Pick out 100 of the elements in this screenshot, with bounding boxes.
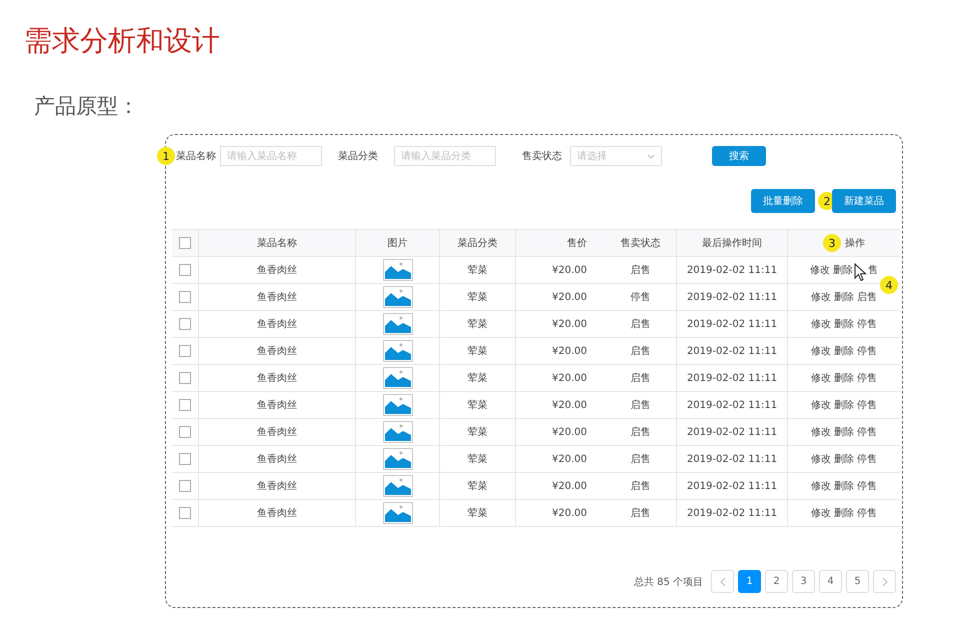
table-cell: ¥20.00 — [552, 480, 587, 492]
action-link[interactable]: 删除 — [834, 344, 854, 358]
action-link[interactable]: 停售 — [857, 371, 877, 385]
image-placeholder-icon — [382, 421, 412, 443]
action-link[interactable]: 停售 — [857, 452, 877, 466]
table-cell-text: 鱼香肉丝 — [257, 398, 297, 412]
action-link[interactable]: 停售 — [857, 506, 877, 520]
table-cell-text: 启售 — [630, 398, 650, 412]
action-link[interactable]: 启售 — [857, 290, 877, 304]
action-link[interactable]: 停售 — [857, 317, 877, 331]
table-cell-text: 启售 — [630, 318, 650, 331]
table-cell: ¥20.00 — [552, 346, 587, 356]
action-link[interactable]: 停售 — [857, 425, 877, 439]
previous-page-button[interactable] — [711, 570, 734, 593]
checkbox[interactable] — [179, 372, 191, 384]
table-cell-text: 荤菜 — [468, 318, 488, 331]
action-link[interactable]: 删除 — [834, 398, 854, 412]
column-header: 菜品名称 — [257, 236, 297, 250]
image-placeholder-icon — [382, 475, 412, 497]
table-cell-text: 鱼香肉丝 — [257, 426, 297, 439]
table-cell: 2019-02-02 11:11 — [686, 318, 778, 330]
toolbar-button[interactable]: 新建菜品 — [832, 189, 896, 213]
input-field[interactable]: 请输入菜品名称 — [220, 146, 322, 166]
table-cell: ¥20.00 — [552, 454, 587, 464]
table-cell-text: 荤菜 — [468, 290, 488, 304]
table-cell-text: 停售 — [630, 291, 650, 304]
column-header: 菜品分类 — [458, 236, 498, 250]
action-link[interactable]: 修改 — [811, 317, 831, 331]
table-cell-text: 荤菜 — [468, 480, 488, 493]
column-header: 售卖状态 — [620, 236, 660, 250]
total-count: 总共 85 个项目 — [634, 576, 703, 588]
action-link[interactable]: 停售 — [857, 344, 877, 358]
action-link[interactable]: 停售 — [857, 398, 877, 412]
table-cell: 2019-02-02 11:11 — [686, 480, 778, 492]
filter-label: 菜品分类 — [338, 150, 378, 163]
page-button[interactable]: 5 — [846, 570, 869, 593]
page-button[interactable]: 4 — [819, 570, 842, 593]
filter-label: 菜品名称 — [176, 150, 216, 163]
checkbox[interactable] — [179, 318, 191, 330]
action-link[interactable]: 修改 — [810, 263, 830, 277]
chevron-down-icon — [647, 154, 655, 158]
checkbox[interactable] — [179, 237, 191, 249]
column-header: 操作 — [845, 237, 865, 250]
checkbox[interactable] — [179, 453, 191, 465]
checkbox[interactable] — [179, 399, 191, 411]
image-placeholder-icon — [382, 286, 412, 308]
chevron-right-icon — [882, 576, 888, 586]
table-cell-text: 鱼香肉丝 — [257, 290, 297, 304]
table-cell: 2019-02-02 11:11 — [686, 426, 778, 438]
table-cell: 2019-02-02 11:11 — [686, 372, 778, 384]
image-placeholder-icon — [382, 313, 412, 335]
table-cell-text: 启售 — [630, 506, 650, 520]
image-placeholder-icon — [382, 340, 412, 362]
image-placeholder-icon — [382, 367, 412, 389]
action-link[interactable]: 售 — [868, 263, 878, 277]
table-cell-text: 荤菜 — [468, 398, 488, 412]
action-link[interactable]: 删除 — [834, 452, 854, 466]
table-cell-text: 鱼香肉丝 — [257, 506, 297, 520]
checkbox[interactable] — [179, 345, 191, 357]
chevron-left-icon — [720, 576, 726, 586]
table-cell-text: 荤菜 — [468, 506, 488, 520]
search-button[interactable]: 搜索 — [712, 146, 766, 166]
table-cell: ¥20.00 — [552, 372, 587, 384]
action-link[interactable]: 修改 — [811, 371, 831, 385]
table-cell-text: 荤菜 — [468, 264, 488, 277]
action-link[interactable]: 修改 — [811, 344, 831, 358]
checkbox[interactable] — [179, 507, 191, 519]
image-placeholder-icon — [382, 448, 412, 470]
action-link[interactable]: 修改 — [811, 290, 831, 304]
table-cell-text: 荤菜 — [468, 452, 488, 466]
checkbox[interactable] — [179, 426, 191, 438]
action-link[interactable]: 删除 — [834, 371, 854, 385]
action-link[interactable]: 修改 — [811, 452, 831, 466]
checkbox[interactable] — [179, 291, 191, 303]
table-cell-text: 启售 — [630, 264, 650, 277]
table-cell: ¥20.00 — [552, 400, 587, 410]
action-link[interactable]: 修改 — [811, 398, 831, 412]
action-link[interactable]: 修改 — [811, 506, 831, 520]
page-button[interactable]: 2 — [765, 570, 788, 593]
image-placeholder-icon — [382, 502, 412, 524]
action-link[interactable]: 停售 — [857, 479, 877, 493]
action-link[interactable]: 删除 — [834, 479, 854, 493]
action-link[interactable]: 修改 — [811, 479, 831, 493]
table-cell: ¥20.00 — [552, 426, 587, 438]
checkbox[interactable] — [179, 480, 191, 492]
input-field[interactable]: 请输入菜品分类 — [394, 146, 496, 166]
image-placeholder-icon — [382, 259, 412, 281]
action-link[interactable]: 删除 — [833, 263, 853, 277]
next-page-button[interactable] — [873, 570, 896, 593]
action-link[interactable]: 修改 — [811, 425, 831, 439]
table-cell-text: 启售 — [630, 452, 650, 466]
table-cell: ¥20.00 — [552, 508, 587, 518]
action-link[interactable]: 删除 — [834, 506, 854, 520]
table-cell-text: 鱼香肉丝 — [257, 264, 297, 277]
page-button[interactable]: 3 — [792, 570, 815, 593]
action-link[interactable]: 删除 — [834, 317, 854, 331]
action-link[interactable]: 删除 — [834, 425, 854, 439]
toolbar-button[interactable]: 批量删除 — [751, 189, 815, 213]
checkbox[interactable] — [179, 264, 191, 276]
action-link[interactable]: 删除 — [834, 290, 854, 304]
